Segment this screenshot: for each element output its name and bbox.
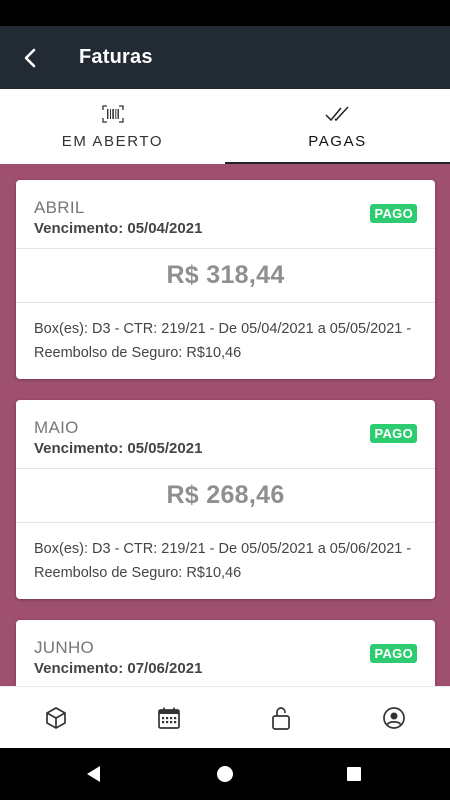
nav-access[interactable] — [225, 687, 338, 748]
recents-square-icon — [347, 767, 361, 781]
nav-boxes[interactable] — [0, 687, 113, 748]
invoice-card[interactable]: MAIO Vencimento: 05/05/2021 PAGO R$ 268,… — [16, 400, 435, 599]
invoice-card-header: JUNHO Vencimento: 07/06/2021 PAGO — [16, 620, 435, 686]
box-icon — [46, 706, 67, 729]
invoice-month: JUNHO — [34, 638, 95, 657]
status-badge: PAGO — [370, 644, 417, 663]
home-circle-icon — [217, 766, 233, 782]
invoice-due-date: Vencimento: 05/05/2021 — [34, 440, 203, 457]
invoice-month: ABRIL — [34, 198, 85, 217]
account-circle-icon — [382, 706, 405, 729]
status-bar — [0, 0, 450, 26]
nav-profile[interactable] — [338, 687, 450, 748]
system-navigation-bar — [0, 748, 450, 800]
system-back-button[interactable] — [64, 748, 124, 800]
invoice-card[interactable]: JUNHO Vencimento: 07/06/2021 PAGO — [16, 620, 435, 686]
bottom-navigation — [0, 686, 450, 748]
invoice-list[interactable]: ABRIL Vencimento: 05/04/2021 PAGO R$ 318… — [0, 164, 450, 686]
system-recents-button[interactable] — [324, 748, 384, 800]
double-check-icon — [324, 104, 351, 124]
barcode-icon — [101, 104, 124, 124]
system-home-button[interactable] — [195, 748, 255, 800]
invoice-card-header: MAIO Vencimento: 05/05/2021 PAGO — [16, 400, 435, 469]
back-triangle-icon — [87, 766, 100, 782]
nav-calendar[interactable] — [113, 687, 226, 748]
invoice-card[interactable]: ABRIL Vencimento: 05/04/2021 PAGO R$ 318… — [16, 180, 435, 379]
invoice-due-date: Vencimento: 07/06/2021 — [34, 660, 203, 677]
calendar-icon — [157, 707, 180, 729]
invoice-description: Box(es): D3 - CTR: 219/21 - De 05/05/202… — [34, 541, 412, 581]
tab-bar: EM ABERTO PAGAS — [0, 89, 450, 164]
invoice-amount: R$ 268,46 — [16, 469, 435, 523]
tab-em-aberto-label: EM ABERTO — [61, 133, 164, 150]
unlock-icon — [272, 706, 291, 730]
status-badge: PAGO — [370, 424, 417, 443]
tab-pagas-label: PAGAS — [308, 133, 367, 150]
back-button[interactable] — [0, 26, 62, 89]
invoice-amount: R$ 318,44 — [16, 249, 435, 303]
invoice-month: MAIO — [34, 418, 79, 437]
invoice-description: Box(es): D3 - CTR: 219/21 - De 05/04/202… — [34, 321, 412, 361]
app-bar: Faturas — [0, 26, 450, 89]
page-title: Faturas — [79, 46, 153, 68]
invoice-due-date: Vencimento: 05/04/2021 — [34, 220, 203, 237]
tab-em-aberto[interactable]: EM ABERTO — [0, 89, 225, 164]
arrow-back-icon — [24, 48, 36, 67]
invoice-card-header: ABRIL Vencimento: 05/04/2021 PAGO — [16, 180, 435, 249]
status-badge: PAGO — [370, 204, 417, 223]
tab-pagas[interactable]: PAGAS — [225, 89, 450, 164]
